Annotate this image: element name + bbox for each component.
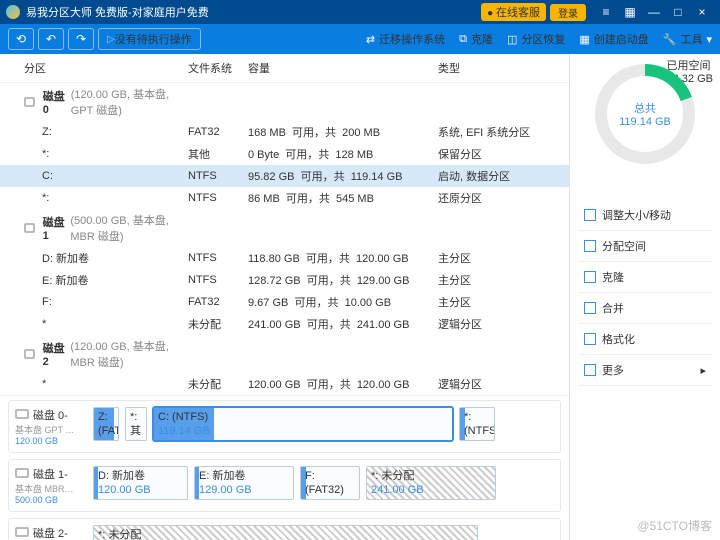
bar-segment[interactable]: *: 其他128 MB [125,407,147,441]
refresh-button[interactable]: ⟲ [8,28,34,50]
partition-row[interactable]: *未分配120.00 GB 可用，共 120.00 GB逻辑分区 [0,373,569,395]
online-support-button[interactable]: ● 在线客服 [481,3,546,21]
format-icon [584,333,596,345]
bootdisk-button[interactable]: ▦ 创建启动盘 [579,31,648,47]
op-resize[interactable]: 调整大小/移动 [578,200,712,231]
allocate-icon [584,240,596,252]
partition-row[interactable]: *:NTFS86 MB 可用，共 545 MB还原分区 [0,187,569,209]
disk-bar-row[interactable]: 磁盘 1-基本盘 MBR…500.00 GBD: 新加卷120.00 GBE: … [8,459,561,512]
disk-icon [24,97,35,107]
partition-row[interactable]: *:其他0 Byte 可用，共 128 MB保留分区 [0,143,569,165]
pending-ops-button[interactable]: ▷ 没有待执行操作 [98,28,201,50]
disk-icon [24,223,35,233]
clone-button[interactable]: ⧉ 克隆 [459,31,493,47]
minimize-icon[interactable]: — [642,5,666,19]
maximize-icon[interactable]: □ [666,5,690,19]
more-icon [584,364,596,376]
disk-row[interactable]: 磁盘 1 (500.00 GB, 基本盘, MBR 磁盘) [0,209,569,247]
bar-segment[interactable]: E: 新加卷129.00 GB [194,466,294,500]
tools-button[interactable]: 🔧 工具 ▾ [663,31,712,47]
migrate-os-button[interactable]: ⇄ 迁移操作系统 [366,31,445,47]
settings-icon[interactable]: ▦ [618,5,642,19]
bar-segment[interactable]: Z: (FAT32)200 MB [93,407,119,441]
watermark: @51CTO博客 [637,517,712,534]
merge-icon [584,302,596,314]
bar-segment[interactable]: *: 未分配120.00 GB [93,525,478,540]
close-icon[interactable]: × [690,5,714,19]
col-type: 类型 [438,60,561,76]
op-format[interactable]: 格式化 [578,324,712,355]
disk-row[interactable]: 磁盘 2 (120.00 GB, 基本盘, MBR 磁盘) [0,335,569,373]
partition-row[interactable]: D: 新加卷NTFS118.80 GB 可用，共 120.00 GB主分区 [0,247,569,269]
sidebar: 已用空间23.32 GB 总共119.14 GB 调整大小/移动分配空间克隆合并… [570,54,720,540]
redo-button[interactable]: ↷ [68,28,94,50]
table-header: 分区 文件系统 容量 类型 [0,54,569,83]
recover-button[interactable]: ◫ 分区恢复 [507,31,565,47]
partition-row[interactable]: *未分配241.00 GB 可用，共 241.00 GB逻辑分区 [0,313,569,335]
partition-list: 磁盘 0 (120.00 GB, 基本盘, GPT 磁盘)Z:FAT32168 … [0,83,569,395]
partition-row[interactable]: E: 新加卷NTFS128.72 GB 可用，共 129.00 GB主分区 [0,269,569,291]
window-title: 易我分区大师 免费版-对家庭用户免费 [26,4,481,20]
disk-bar-row[interactable]: 磁盘 2-基本盘 MBR…120.00 GB*: 未分配120.00 GB [8,518,561,540]
op-allocate[interactable]: 分配空间 [578,231,712,262]
bar-segment[interactable]: D: 新加卷120.00 GB [93,466,188,500]
partition-row[interactable]: F:FAT329.67 GB 可用，共 10.00 GB主分区 [0,291,569,313]
col-name: 分区 [8,60,188,76]
disk-row[interactable]: 磁盘 0 (120.00 GB, 基本盘, GPT 磁盘) [0,83,569,121]
disk-icon [24,349,35,359]
menu-icon[interactable]: ≡ [594,5,618,19]
bar-segment[interactable]: F: (FAT32)10.00 GB [300,466,360,500]
col-cap: 容量 [248,60,438,76]
login-button[interactable]: 登录 [550,4,586,21]
bar-segment[interactable]: C: (NTFS)119.14 GB [153,407,453,441]
clone-icon [584,271,596,283]
col-fs: 文件系统 [188,60,248,76]
partition-row[interactable]: C:NTFS95.82 GB 可用，共 119.14 GB启动, 数据分区 [0,165,569,187]
titlebar: 易我分区大师 免费版-对家庭用户免费 ● 在线客服 登录 ≡ ▦ — □ × [0,0,720,24]
resize-icon [584,209,596,221]
app-logo-icon [6,5,20,19]
bar-segment[interactable]: *: (NTFS)545 MB [459,407,495,441]
disk-bar-row[interactable]: 磁盘 0-基本盘 GPT …120.00 GBZ: (FAT32)200 MB*… [8,400,561,453]
usage-donut: 总共119.14 GB [595,64,695,164]
partition-row[interactable]: Z:FAT32168 MB 可用，共 200 MB系统, EFI 系统分区 [0,121,569,143]
op-more[interactable]: 更多 ▸ [578,355,712,386]
bar-segment[interactable]: *: 未分配241.00 GB [366,466,496,500]
toolbar: ⟲ ↶ ↷ ▷ 没有待执行操作 ⇄ 迁移操作系统 ⧉ 克隆 ◫ 分区恢复 ▦ 创… [0,24,720,54]
disk-bar-area: 磁盘 0-基本盘 GPT …120.00 GBZ: (FAT32)200 MB*… [0,395,569,540]
undo-button[interactable]: ↶ [38,28,64,50]
op-merge[interactable]: 合并 [578,293,712,324]
op-clone[interactable]: 克隆 [578,262,712,293]
